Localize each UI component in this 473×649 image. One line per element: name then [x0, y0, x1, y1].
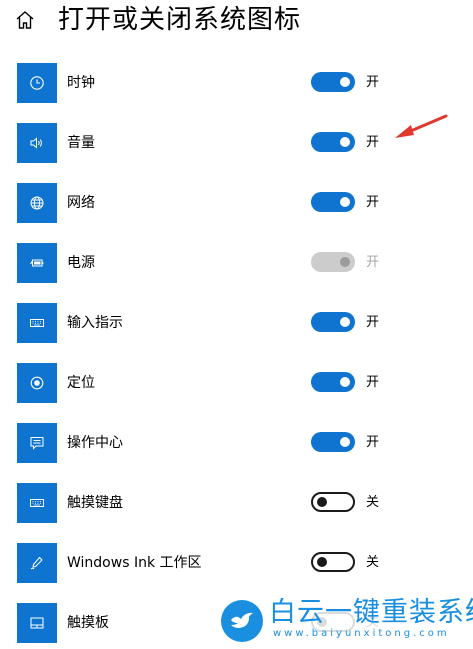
toggle-state-label: 开 — [366, 75, 380, 90]
setting-row-power: 电源 开 — [0, 243, 473, 289]
home-icon[interactable] — [14, 9, 36, 31]
toggle-knob — [317, 497, 327, 507]
input-indicator-tile — [17, 303, 57, 343]
location-icon — [30, 376, 44, 390]
bird-logo-icon — [221, 600, 263, 642]
setting-label: 网络 — [67, 195, 95, 211]
volume-tile — [17, 123, 57, 163]
touch-keyboard-icon — [30, 499, 44, 507]
page-title: 打开或关闭系统图标 — [58, 5, 302, 35]
toggle-knob — [340, 437, 350, 447]
toggle-state-label: 关 — [366, 555, 380, 570]
toggle-state-label: 关 — [366, 495, 380, 510]
keyboard-icon — [30, 319, 44, 327]
watermark-url: www.baiyunxitong.com — [273, 628, 450, 639]
setting-row-windows-ink: Windows Ink 工作区 关 — [0, 543, 473, 589]
setting-row-clock: 时钟 开 — [0, 63, 473, 109]
toggle-knob — [340, 257, 350, 267]
touchpad-tile — [17, 603, 57, 643]
battery-power-icon — [30, 259, 44, 267]
windows-ink-tile — [17, 543, 57, 583]
setting-row-input-indicator: 输入指示 开 — [0, 303, 473, 349]
setting-label: 音量 — [67, 135, 95, 151]
network-toggle[interactable] — [311, 192, 355, 212]
toggle-state-label: 开 — [366, 255, 380, 270]
header: 打开或关闭系统图标 — [0, 0, 473, 44]
toggle-state-label: 开 — [366, 135, 380, 150]
annotation-arrow-icon — [395, 114, 448, 138]
location-tile — [17, 363, 57, 403]
watermark-text: 白云一键重装系统 — [269, 597, 473, 628]
clock-icon — [30, 76, 44, 90]
toggle-knob — [340, 197, 350, 207]
volume-icon — [30, 137, 42, 149]
toggle-knob — [340, 317, 350, 327]
setting-row-location: 定位 开 — [0, 363, 473, 409]
setting-row-network: 网络 开 — [0, 183, 473, 229]
toggle-knob — [340, 377, 350, 387]
toggle-state-label: 开 — [366, 375, 380, 390]
action-center-tile — [17, 423, 57, 463]
pen-ink-icon — [30, 556, 43, 570]
windows-ink-toggle[interactable] — [311, 552, 355, 572]
setting-row-touch-keyboard: 触摸键盘 关 — [0, 483, 473, 529]
action-center-icon — [30, 437, 44, 450]
toggle-state-label: 开 — [366, 195, 380, 210]
power-toggle — [311, 252, 355, 272]
clock-tile — [17, 63, 57, 103]
toggle-knob — [340, 77, 350, 87]
setting-label: 操作中心 — [67, 435, 123, 451]
toggle-state-label: 开 — [366, 435, 380, 450]
volume-toggle[interactable] — [311, 132, 355, 152]
setting-label: 时钟 — [67, 75, 95, 91]
setting-row-action-center: 操作中心 开 — [0, 423, 473, 469]
setting-label: 触摸键盘 — [67, 495, 123, 511]
clock-toggle[interactable] — [311, 72, 355, 92]
touch-keyboard-toggle[interactable] — [311, 492, 355, 512]
toggle-state-label: 开 — [366, 315, 380, 330]
network-tile — [17, 183, 57, 223]
location-toggle[interactable] — [311, 372, 355, 392]
network-globe-icon — [30, 196, 44, 210]
watermark: 白云一键重装系统 www.baiyunxitong.com — [217, 597, 473, 644]
setting-label: Windows Ink 工作区 — [67, 555, 202, 571]
touch-keyboard-tile — [17, 483, 57, 523]
setting-label: 触摸板 — [67, 615, 109, 631]
input-indicator-toggle[interactable] — [311, 312, 355, 332]
toggle-knob — [340, 137, 350, 147]
setting-label: 电源 — [67, 255, 95, 271]
action-center-toggle[interactable] — [311, 432, 355, 452]
power-tile — [17, 243, 57, 283]
setting-label: 定位 — [67, 375, 95, 391]
setting-label: 输入指示 — [67, 315, 123, 331]
toggle-knob — [317, 557, 327, 567]
touchpad-icon — [30, 617, 44, 629]
